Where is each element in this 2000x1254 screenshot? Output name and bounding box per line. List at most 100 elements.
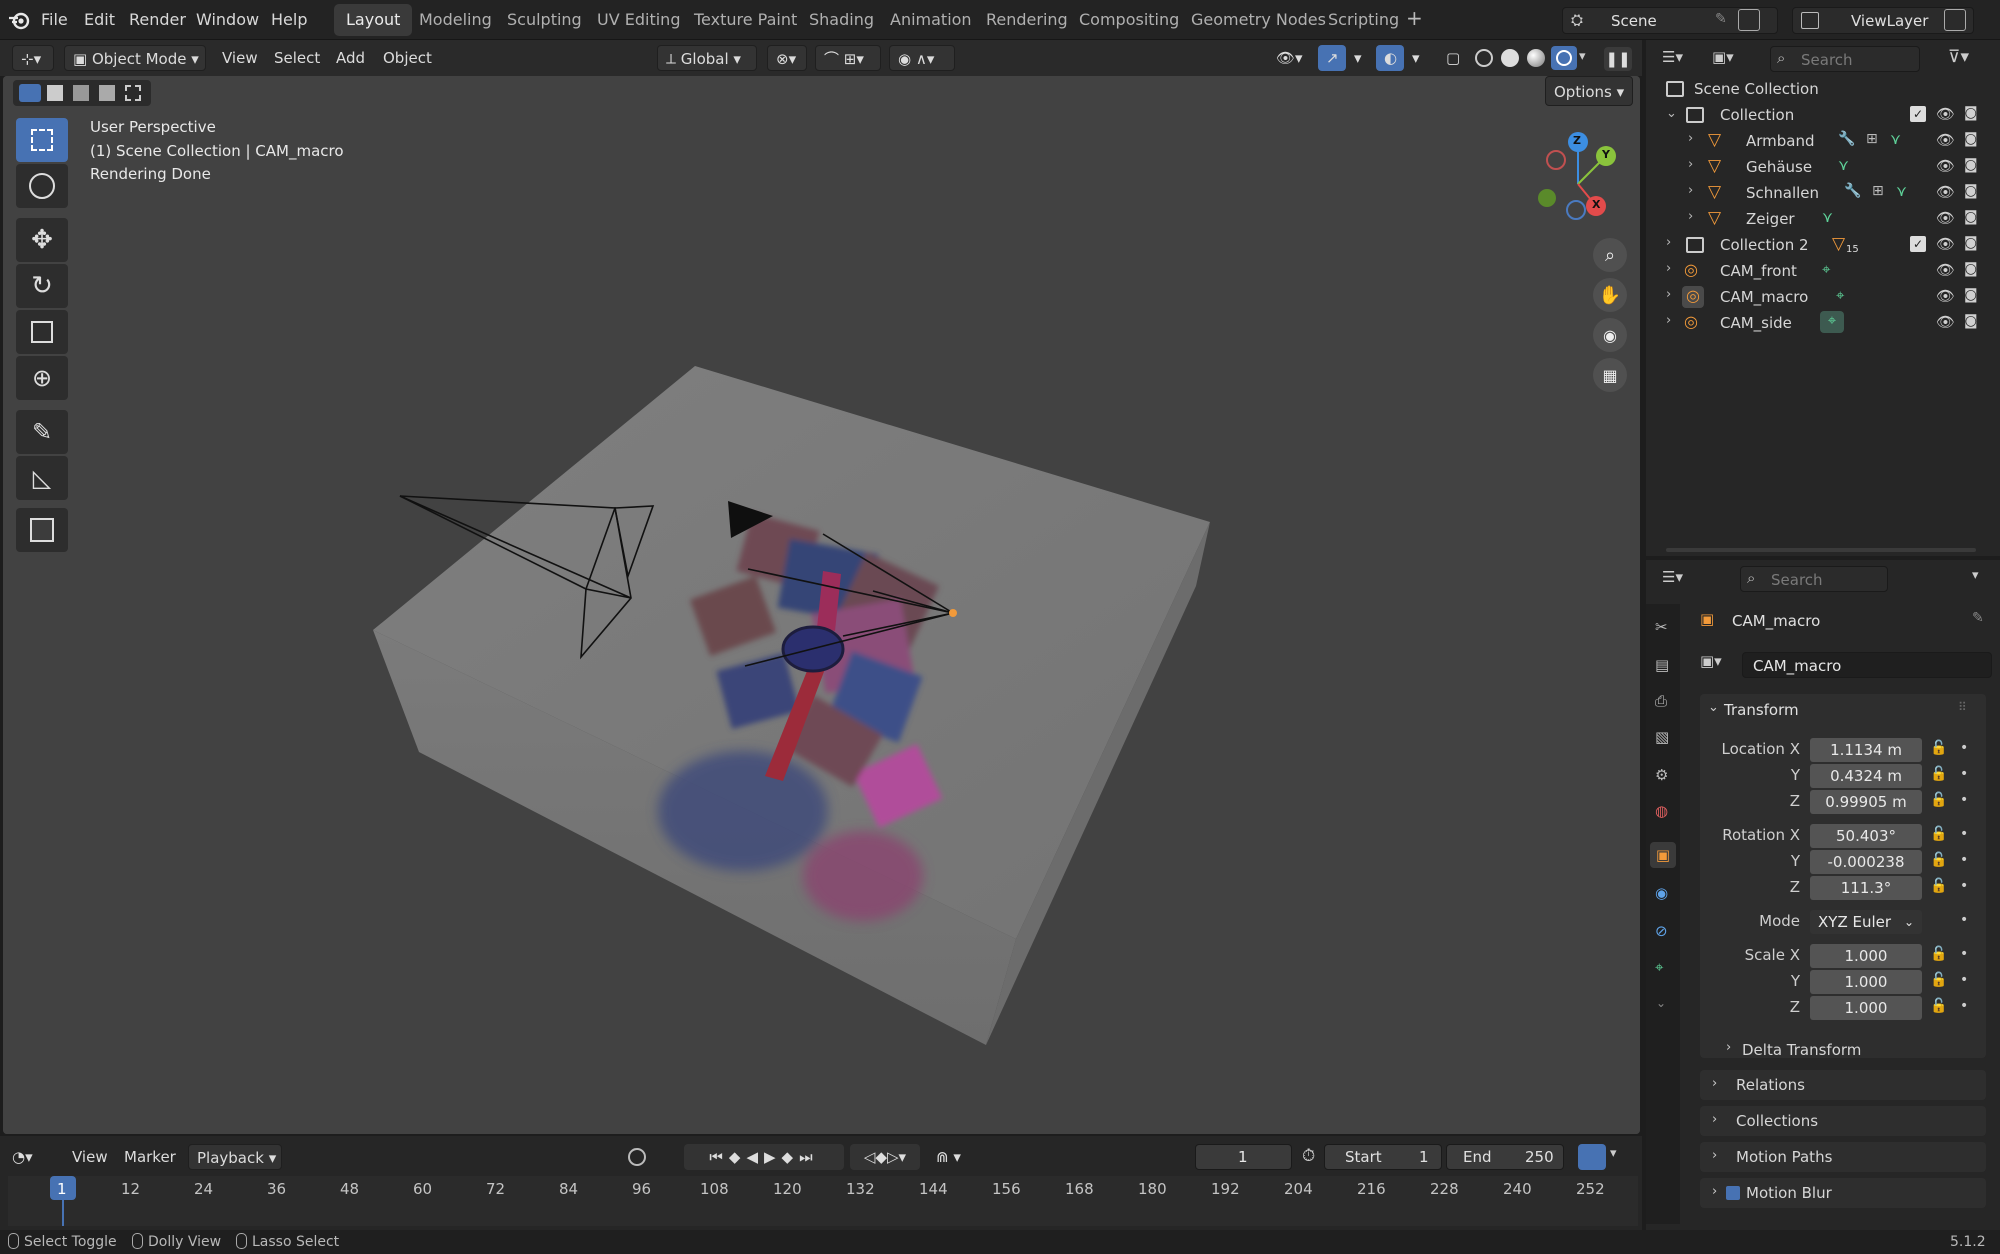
keyframe-dot-icon[interactable]: • [1960, 852, 1968, 868]
time-stopwatch-icon[interactable]: ⏱ [1302, 1146, 1315, 1166]
outliner-row-collection-2[interactable]: › Collection 2 ▽ 15 ✓ 👁 ◙ [1646, 232, 2000, 258]
scale-tool-icon[interactable] [16, 310, 68, 354]
ortho-toggle-icon[interactable]: ▦ [1593, 358, 1627, 392]
scale-y-field[interactable]: 1.000 [1810, 970, 1922, 994]
scene-tab-icon[interactable]: ⚙ [1655, 766, 1668, 784]
current-frame-field[interactable]: 1 [1195, 1144, 1292, 1170]
material-shading-icon[interactable] [1527, 49, 1545, 67]
location-z-field[interactable]: 0.99905 m [1810, 790, 1922, 814]
new-scene-icon[interactable] [1738, 9, 1760, 31]
snap-icon[interactable]: ⌒ ⊞▾ [815, 45, 881, 71]
keyframe-dot-icon[interactable]: • [1960, 946, 1968, 962]
outliner-editor-icon[interactable]: ☰▾ [1662, 48, 1702, 72]
outliner-row-cam-side[interactable]: › ◎ CAM_side ⌖ 👁 ◙ [1646, 310, 2000, 336]
camera-render-icon[interactable]: ◙ [1964, 157, 1978, 173]
display-mode-icon[interactable]: ▣▾ [1712, 48, 1752, 72]
blender-logo-icon[interactable] [8, 10, 30, 30]
menu-object[interactable]: Object [375, 45, 440, 71]
keyframe-dot-icon[interactable]: • [1960, 972, 1968, 988]
expand-chevron-icon[interactable]: › [1666, 235, 1671, 250]
pause-render-icon[interactable]: ❚❚ [1604, 47, 1632, 71]
panel-motion-blur[interactable]: › Motion Blur [1700, 1178, 1986, 1208]
rotate-tool-icon[interactable]: ↻ [16, 264, 68, 308]
outliner-row-cam-macro[interactable]: › ◎ CAM_macro ⌖ 👁 ◙ [1646, 284, 2000, 310]
rotation-z-field[interactable]: 111.3° [1810, 876, 1922, 900]
location-x-field[interactable]: 1.1134 m [1810, 738, 1922, 762]
keyframe-dot-icon[interactable]: • [1960, 826, 1968, 842]
wireframe-shading-icon[interactable] [1475, 49, 1493, 67]
outliner-row-armband[interactable]: › ▽ Armband 🔧 ⊞ ⋎ 👁 ◙ [1646, 128, 2000, 154]
outliner-search[interactable]: ⌕ Search [1770, 46, 1920, 72]
menu-render[interactable]: Render [129, 10, 186, 29]
collapse-chevron-icon[interactable]: ⌄ [1666, 106, 1677, 121]
record-icon[interactable] [628, 1148, 646, 1166]
keyframe-dot-icon[interactable]: • [1960, 998, 1968, 1014]
pin-icon[interactable]: ✎ [1715, 11, 1727, 27]
tool-tab-icon[interactable]: ✂ [1655, 618, 1668, 636]
add-workspace-icon[interactable]: + [1406, 6, 1423, 30]
camera-render-icon[interactable]: ◙ [1964, 287, 1978, 303]
select-invert-icon[interactable] [99, 85, 115, 101]
panel-relations[interactable]: › Relations [1700, 1070, 1986, 1100]
outliner-row-schnallen[interactable]: › ▽ Schnallen 🔧 ⊞ ⋎ 👁 ◙ [1646, 180, 2000, 206]
eye-icon[interactable]: 👁 [1936, 313, 1955, 331]
eye-icon[interactable]: 👁 [1936, 287, 1955, 305]
camera-render-icon[interactable]: ◙ [1964, 235, 1978, 251]
keyframe-dot-icon[interactable]: • [1960, 740, 1968, 756]
expand-chevron-icon[interactable]: › [1666, 261, 1671, 276]
rotation-x-field[interactable]: 50.403° [1810, 824, 1922, 848]
select-intersect-icon[interactable] [125, 85, 141, 101]
keyframe-dot-icon[interactable]: • [1960, 878, 1968, 894]
annotate-tool-icon[interactable]: ✎ [16, 410, 68, 454]
physics-tab-icon[interactable]: ◉ [1655, 884, 1668, 902]
tab-uv-editing[interactable]: UV Editing [585, 4, 692, 36]
proportional-edit-icon[interactable]: ◉ ∧▾ [889, 45, 955, 71]
select-new-icon[interactable] [19, 84, 41, 102]
scale-z-field[interactable]: 1.000 [1810, 996, 1922, 1020]
datablock-type-icon[interactable]: ▣▾ [1700, 652, 1740, 678]
pan-hand-icon[interactable]: ✋ [1593, 278, 1627, 312]
menu-help[interactable]: Help [271, 10, 307, 29]
lock-icon[interactable]: 🔓 [1930, 946, 1947, 962]
lock-icon[interactable]: 🔓 [1930, 998, 1947, 1014]
expand-chevron-icon[interactable]: › [1688, 183, 1693, 198]
gizmo-toggle-icon[interactable]: ↗ [1318, 45, 1346, 71]
rendered-shading-icon[interactable] [1551, 46, 1577, 70]
panel-motion-paths[interactable]: › Motion Paths [1700, 1142, 1986, 1172]
visibility-icon[interactable]: 👁▾ [1268, 45, 1311, 71]
delta-transform-subpanel[interactable]: Delta Transform [1742, 1041, 1861, 1059]
lock-icon[interactable]: 🔓 [1930, 766, 1947, 782]
xray-icon[interactable]: ▢ [1438, 45, 1468, 71]
tab-modeling[interactable]: Modeling [407, 4, 504, 36]
menu-edit[interactable]: Edit [84, 10, 115, 29]
tab-sculpting[interactable]: Sculpting [495, 4, 594, 36]
timeline-overlay-dropdown-icon[interactable]: ▾ [1610, 1146, 1617, 1161]
lock-icon[interactable]: 🔓 [1930, 826, 1947, 842]
camera-render-icon[interactable]: ◙ [1964, 131, 1978, 147]
eye-icon[interactable]: 👁 [1936, 261, 1955, 279]
keyframe-dot-icon[interactable]: • [1960, 912, 1968, 928]
cursor-tool-icon[interactable] [16, 164, 68, 208]
rotation-mode-dropdown[interactable]: XYZ Euler ⌄ [1810, 910, 1922, 934]
expand-chevron-icon[interactable]: › [1666, 287, 1671, 302]
eye-icon[interactable]: 👁 [1936, 235, 1955, 253]
menu-file[interactable]: File [41, 10, 68, 29]
expand-chevron-icon[interactable]: › [1666, 313, 1671, 328]
timeline-track[interactable] [8, 1176, 1638, 1226]
rotation-y-field[interactable]: -0.000238 [1810, 850, 1922, 874]
select-subtract-icon[interactable] [73, 85, 89, 101]
output-tab-icon[interactable]: ⎙ [1655, 692, 1667, 710]
select-box-tool-icon[interactable] [16, 118, 68, 162]
end-frame-field[interactable]: End 250 [1446, 1144, 1564, 1170]
expand-chevron-icon[interactable]: › [1726, 1040, 1731, 1055]
move-tool-icon[interactable]: ✥ [16, 218, 68, 262]
properties-editor-icon[interactable]: ☰▾ [1662, 568, 1702, 592]
expand-chevron-icon[interactable]: › [1688, 209, 1693, 224]
keyframe-dot-icon[interactable]: • [1960, 766, 1968, 782]
eye-icon[interactable]: 👁 [1936, 105, 1955, 123]
drag-handle-icon[interactable]: ⠿ [1958, 700, 1967, 714]
pin-icon[interactable]: ✎ [1972, 610, 1984, 626]
location-y-field[interactable]: 0.4324 m [1810, 764, 1922, 788]
tab-shading[interactable]: Shading [797, 4, 886, 36]
object-name-field[interactable]: CAM_macro [1742, 652, 1992, 678]
